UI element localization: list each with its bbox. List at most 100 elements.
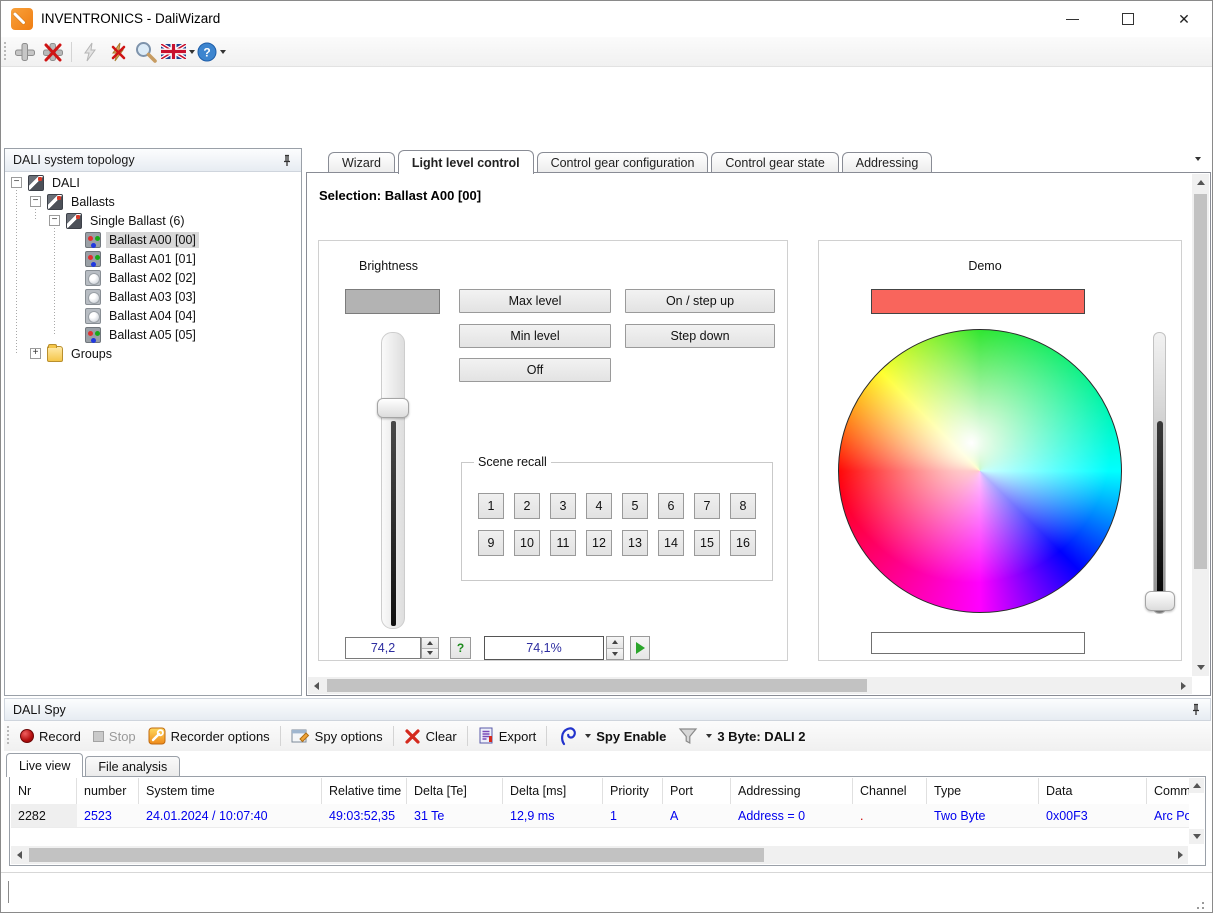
pin-icon[interactable] [281, 154, 293, 167]
column-header-number[interactable]: number [77, 778, 139, 804]
tree-item[interactable]: − DALI [5, 173, 301, 192]
off-button[interactable]: Off [459, 358, 611, 382]
tree-item[interactable]: Ballast A02 [02] [5, 268, 301, 287]
spin-down-icon[interactable] [422, 648, 438, 659]
scene-button-12[interactable]: 12 [586, 530, 612, 556]
collapse-icon[interactable]: − [30, 196, 41, 207]
record-button[interactable]: Record [20, 729, 81, 744]
help-icon[interactable]: ? [197, 39, 226, 65]
export-button[interactable]: Export [478, 727, 537, 745]
search-icon[interactable] [133, 39, 159, 65]
tab-wizard[interactable]: Wizard [328, 152, 395, 173]
column-header-system-time[interactable]: System time [139, 778, 322, 804]
tree-item[interactable]: Ballast A04 [04] [5, 306, 301, 325]
scene-button-9[interactable]: 9 [478, 530, 504, 556]
tree-item-label[interactable]: Ballast A00 [00] [106, 232, 199, 248]
maximize-button[interactable] [1100, 1, 1156, 37]
tree-item-label[interactable]: Single Ballast (6) [87, 213, 188, 229]
brightness-value-spinner[interactable] [421, 637, 439, 659]
spin-up-icon[interactable] [422, 638, 438, 648]
scene-button-6[interactable]: 6 [658, 493, 684, 519]
tree-item-label[interactable]: Ballast A02 [02] [106, 270, 199, 286]
tree-item-label[interactable]: DALI [49, 175, 83, 191]
scene-button-7[interactable]: 7 [694, 493, 720, 519]
table-horizontal-scrollbar[interactable] [11, 846, 1188, 864]
column-header-comma[interactable]: Comma [1147, 778, 1189, 804]
scene-button-8[interactable]: 8 [730, 493, 756, 519]
color-wheel[interactable] [838, 329, 1122, 613]
tab-light-level-control[interactable]: Light level control [398, 150, 534, 174]
tree-item-label[interactable]: Ballast A05 [05] [106, 327, 199, 343]
spin-down-icon[interactable] [607, 648, 623, 660]
apply-play-button[interactable] [630, 636, 650, 660]
resize-grip-icon[interactable] [1202, 902, 1204, 904]
scroll-thumb[interactable] [1194, 194, 1207, 569]
spy-filter-button[interactable]: 3 Byte: DALI 2 [678, 727, 805, 746]
column-header-nr[interactable]: Nr [11, 778, 77, 804]
clear-button[interactable]: Clear [404, 728, 457, 745]
scroll-up-icon[interactable] [1192, 174, 1209, 191]
scene-button-16[interactable]: 16 [730, 530, 756, 556]
column-header-delta-te-[interactable]: Delta [Te] [407, 778, 503, 804]
demo-text-field[interactable] [871, 632, 1085, 654]
tree-item[interactable]: − Ballasts [5, 192, 301, 211]
table-row[interactable]: 2282252324.01.2024 / 10:07:4049:03:52,35… [11, 804, 1189, 828]
tab-control-gear-state[interactable]: Control gear state [711, 152, 838, 173]
brightness-value-field[interactable]: 74,2 [345, 637, 421, 659]
brightness-percent-field[interactable]: 74,1% [484, 636, 604, 660]
close-button[interactable]: ✕ [1156, 1, 1212, 37]
minimize-button[interactable] [1044, 1, 1100, 37]
tab-list-dropdown-icon[interactable] [1195, 157, 1201, 161]
recorder-options-button[interactable]: Recorder options [148, 727, 270, 745]
scroll-down-icon[interactable] [1192, 659, 1209, 676]
collapse-icon[interactable]: − [11, 177, 22, 188]
spy-enable-button[interactable]: Spy Enable [557, 725, 666, 747]
scene-button-11[interactable]: 11 [550, 530, 576, 556]
scene-button-1[interactable]: 1 [478, 493, 504, 519]
scene-button-3[interactable]: 3 [550, 493, 576, 519]
step-down-button[interactable]: Step down [625, 324, 775, 348]
connect-icon[interactable] [12, 39, 38, 65]
brightness-slider-thumb[interactable] [377, 398, 409, 418]
tree-item-label[interactable]: Groups [68, 346, 115, 362]
spin-up-icon[interactable] [607, 637, 623, 648]
stop-button[interactable]: Stop [93, 729, 136, 744]
tree-item-label[interactable]: Ballast A01 [01] [106, 251, 199, 267]
tree-item-label[interactable]: Ballast A04 [04] [106, 308, 199, 324]
scene-button-13[interactable]: 13 [622, 530, 648, 556]
spy-tab-file-analysis[interactable]: File analysis [85, 756, 180, 776]
column-header-delta-ms-[interactable]: Delta [ms] [503, 778, 603, 804]
power-icon[interactable] [77, 39, 103, 65]
scroll-left-icon[interactable] [308, 677, 325, 694]
tree-item-label[interactable]: Ballast A03 [03] [106, 289, 199, 305]
collapse-icon[interactable]: − [49, 215, 60, 226]
scroll-right-icon[interactable] [1172, 846, 1188, 864]
on-step-up-button[interactable]: On / step up [625, 289, 775, 313]
help-question-button[interactable]: ? [450, 637, 471, 659]
main-vertical-scrollbar[interactable] [1192, 174, 1209, 676]
column-header-priority[interactable]: Priority [603, 778, 663, 804]
expand-icon[interactable]: + [30, 348, 41, 359]
tree-item-label[interactable]: Ballasts [68, 194, 118, 210]
disconnect-icon[interactable] [40, 39, 66, 65]
column-header-port[interactable]: Port [663, 778, 731, 804]
scene-button-15[interactable]: 15 [694, 530, 720, 556]
column-header-data[interactable]: Data [1039, 778, 1147, 804]
column-header-addressing[interactable]: Addressing [731, 778, 853, 804]
tab-control-gear-configuration[interactable]: Control gear configuration [537, 152, 709, 173]
scene-button-4[interactable]: 4 [586, 493, 612, 519]
tree-item[interactable]: − Single Ballast (6) [5, 211, 301, 230]
main-horizontal-scrollbar[interactable] [308, 677, 1192, 694]
pin-icon[interactable] [1190, 703, 1202, 716]
tree-item[interactable]: Ballast A01 [01] [5, 249, 301, 268]
scroll-thumb[interactable] [327, 679, 867, 692]
scene-button-10[interactable]: 10 [514, 530, 540, 556]
scroll-thumb[interactable] [29, 848, 764, 862]
tree-item[interactable]: Ballast A00 [00] [5, 230, 301, 249]
scroll-right-icon[interactable] [1175, 677, 1192, 694]
tree-item[interactable]: Ballast A05 [05] [5, 325, 301, 344]
column-header-relative-time[interactable]: Relative time [322, 778, 407, 804]
spy-options-button[interactable]: Spy options [291, 728, 383, 745]
scene-button-14[interactable]: 14 [658, 530, 684, 556]
max-level-button[interactable]: Max level [459, 289, 611, 313]
